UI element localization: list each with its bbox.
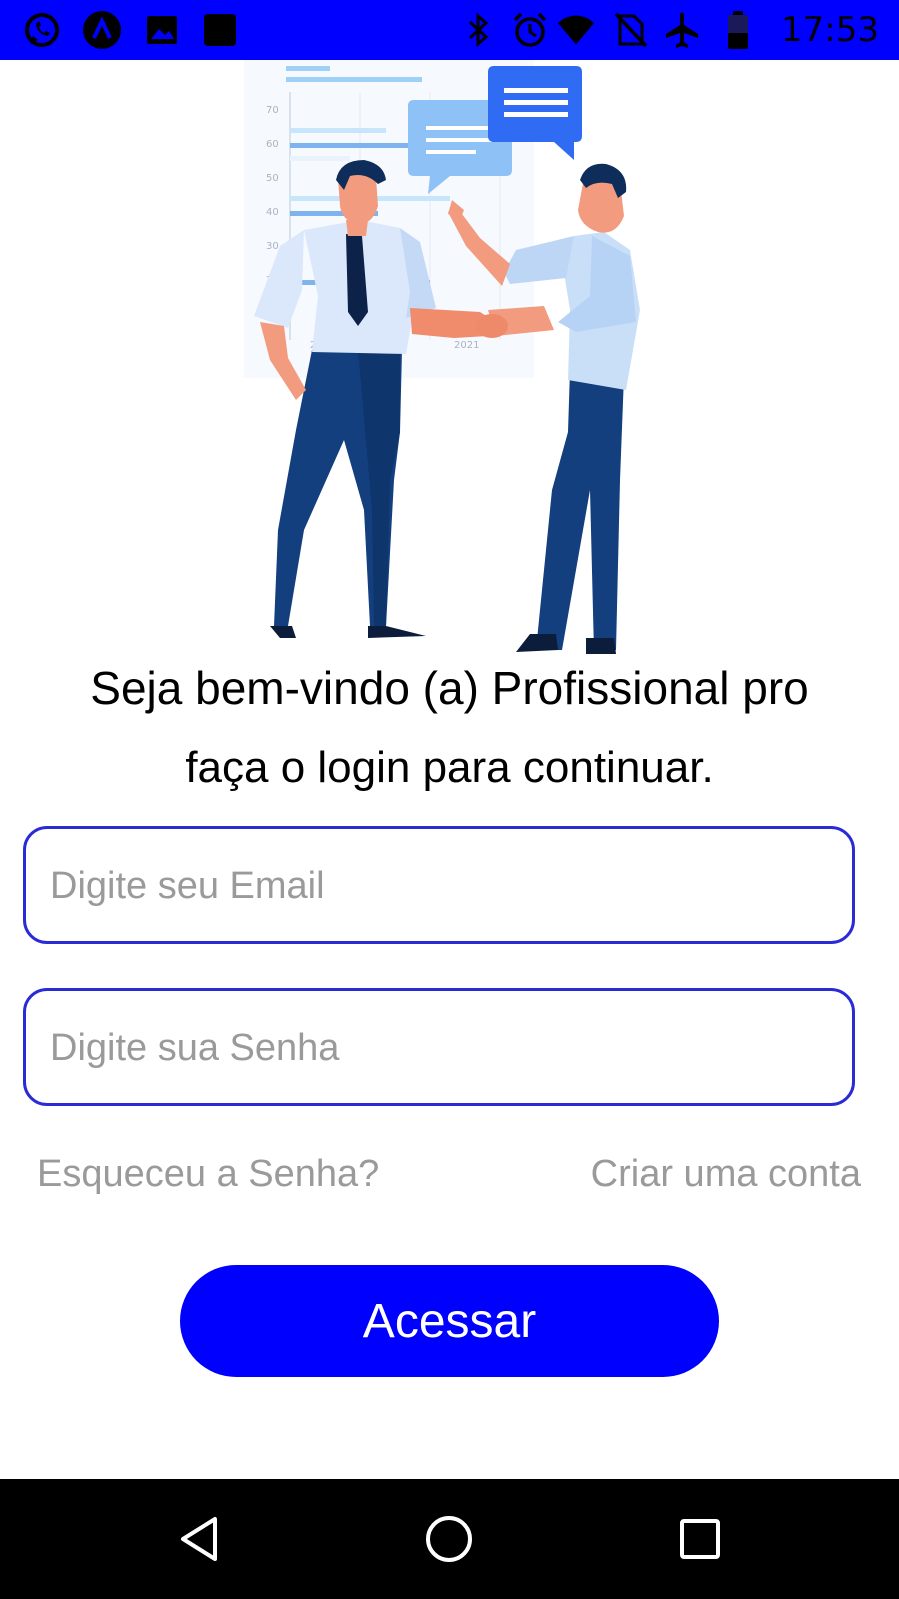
app-square-icon — [200, 10, 240, 50]
react-app-icon — [82, 10, 122, 50]
login-button-label: Acessar — [362, 1294, 537, 1348]
whatsapp-icon — [22, 10, 62, 50]
no-sim-icon — [610, 10, 650, 50]
password-input[interactable] — [48, 991, 832, 1105]
y-tick: 50 — [266, 173, 279, 184]
wifi-icon — [556, 10, 596, 50]
email-input[interactable] — [48, 829, 832, 943]
create-account-link[interactable]: Criar uma conta — [591, 1150, 861, 1198]
recents-icon[interactable] — [670, 1509, 730, 1569]
airplane-mode-icon — [662, 10, 702, 50]
login-button[interactable]: Acessar — [180, 1265, 719, 1377]
welcome-heading: Seja bem-vindo (a) Profissional pro — [90, 662, 809, 714]
bluetooth-icon — [458, 10, 498, 50]
home-icon[interactable] — [419, 1509, 479, 1569]
y-tick: 30 — [266, 241, 279, 252]
handshake-illustration: 70 60 50 40 30 2 2019 2021 — [240, 60, 660, 670]
y-tick: 60 — [266, 139, 279, 150]
y-tick: 40 — [266, 207, 279, 218]
login-subtitle: faça o login para continuar. — [185, 743, 714, 792]
password-field[interactable] — [23, 988, 855, 1106]
gallery-icon — [142, 10, 182, 50]
alarm-icon — [510, 10, 550, 50]
forgot-password-link[interactable]: Esqueceu a Senha? — [37, 1150, 379, 1198]
handshake-hands — [476, 314, 508, 338]
navigation-bar — [0, 1479, 899, 1599]
clock: 17:53 — [781, 10, 879, 50]
y-tick: 70 — [266, 105, 279, 116]
email-field[interactable] — [23, 826, 855, 944]
back-icon[interactable] — [170, 1509, 230, 1569]
man-right-figure — [448, 163, 640, 654]
x-tick: 2021 — [454, 340, 479, 351]
battery-icon — [718, 10, 758, 50]
status-bar: 17:53 — [0, 0, 899, 60]
